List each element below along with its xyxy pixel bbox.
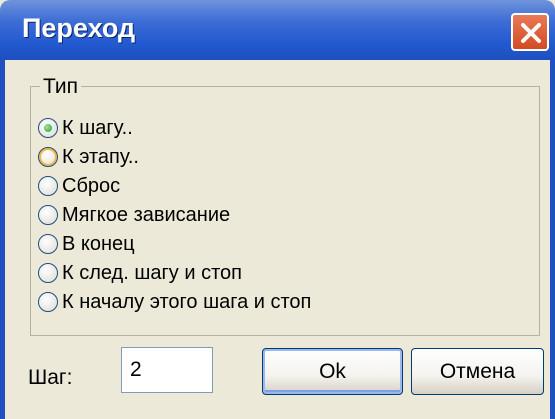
radio-icon[interactable]	[38, 205, 58, 225]
window-frame-right	[550, 60, 555, 419]
radio-icon[interactable]	[38, 176, 58, 196]
radio-option-soft-hang[interactable]: Мягкое зависание	[38, 201, 230, 229]
radio-label: К началу этого шага и стоп	[62, 290, 312, 313]
window-frame-left	[0, 60, 5, 419]
radio-option-reset[interactable]: Сброс	[38, 172, 120, 200]
ok-button[interactable]: Ok	[262, 348, 403, 395]
radio-icon[interactable]	[38, 234, 58, 254]
radio-icon[interactable]	[38, 292, 58, 312]
radio-label: К след. шагу и стоп	[62, 261, 242, 284]
radio-label: К шагу..	[62, 116, 133, 139]
step-input[interactable]	[121, 347, 213, 393]
radio-label: Сброс	[62, 174, 121, 197]
cancel-button[interactable]: Отмена	[411, 348, 544, 395]
radio-option-to-end[interactable]: В конец	[38, 230, 135, 258]
dialog-window: Переход Тип К шагу.. К этапу.. Сброс Мяг…	[0, 0, 555, 419]
radio-checked-icon[interactable]	[38, 118, 58, 138]
radio-icon[interactable]	[38, 147, 58, 167]
radio-label: К этапу..	[62, 145, 139, 168]
radio-option-to-stage[interactable]: К этапу..	[38, 143, 139, 171]
radio-option-step-start-stop[interactable]: К началу этого шага и стоп	[38, 288, 311, 316]
radio-label: В конец	[62, 232, 135, 255]
radio-option-next-step-stop[interactable]: К след. шагу и стоп	[38, 259, 242, 287]
radio-option-to-step[interactable]: К шагу..	[38, 114, 133, 142]
close-icon	[521, 23, 541, 43]
close-button[interactable]	[511, 13, 549, 51]
type-group-legend: Тип	[40, 76, 82, 98]
window-title: Переход	[22, 13, 136, 43]
title-bar[interactable]: Переход	[0, 0, 555, 60]
step-label: Шаг:	[28, 366, 73, 389]
radio-label: Мягкое зависание	[62, 203, 231, 226]
radio-icon[interactable]	[38, 263, 58, 283]
